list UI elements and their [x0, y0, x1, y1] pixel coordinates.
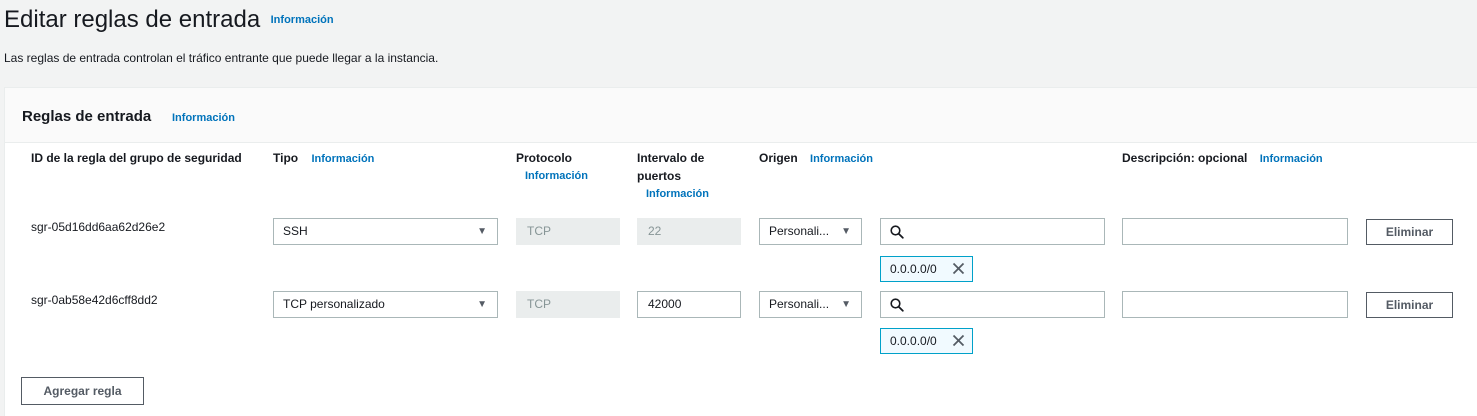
source-token-label: 0.0.0.0/0	[890, 262, 937, 276]
caret-down-icon: ▼	[841, 226, 851, 237]
column-header-rule-id-label: ID de la regla del grupo de seguridad	[31, 151, 242, 165]
column-header-port-range: Intervalo de puertos Información	[637, 149, 709, 203]
type-select[interactable]: SSH ▼	[273, 218, 498, 245]
column-header-description-label: Descripción: opcional	[1122, 151, 1248, 165]
search-icon	[890, 298, 904, 312]
protocol-field: TCP	[516, 218, 620, 245]
caret-down-icon: ▼	[477, 226, 487, 237]
close-icon[interactable]	[952, 334, 965, 347]
source-type-value: Personali...	[769, 224, 830, 238]
page-description: Las reglas de entrada controlan el tráfi…	[4, 51, 439, 65]
type-info-link[interactable]: Información	[311, 153, 374, 165]
type-select-value: TCP personalizado	[283, 297, 385, 311]
description-info-link[interactable]: Información	[1260, 153, 1323, 165]
source-search-input[interactable]	[880, 291, 1105, 318]
inbound-rules-panel: Reglas de entrada Información ID de la r…	[4, 87, 1477, 416]
source-type-select[interactable]: Personali... ▼	[759, 218, 862, 245]
column-header-rule-id: ID de la regla del grupo de seguridad	[31, 149, 242, 167]
panel-title: Reglas de entrada	[22, 108, 152, 125]
port-range-input[interactable]: 42000	[637, 291, 741, 318]
column-header-protocol: Protocolo Información	[516, 149, 588, 185]
panel-info-link[interactable]: Información	[172, 112, 235, 124]
type-select-value: SSH	[283, 224, 308, 238]
description-input[interactable]	[1122, 218, 1348, 245]
column-header-source: Origen Información	[759, 149, 873, 168]
delete-rule-button[interactable]: Eliminar	[1366, 292, 1453, 318]
source-search-input[interactable]	[880, 218, 1105, 245]
source-type-select[interactable]: Personali... ▼	[759, 291, 862, 318]
caret-down-icon: ▼	[477, 299, 487, 310]
caret-down-icon: ▼	[841, 299, 851, 310]
column-header-type-label: Tipo	[273, 151, 299, 165]
source-info-link[interactable]: Información	[810, 153, 873, 165]
column-header-source-label: Origen	[759, 151, 798, 165]
protocol-info-link[interactable]: Información	[525, 167, 588, 185]
column-header-port-range-line2: puertos	[637, 169, 682, 183]
close-icon[interactable]	[952, 262, 965, 275]
column-header-protocol-label: Protocolo	[516, 151, 572, 165]
add-rule-button[interactable]: Agregar regla	[21, 377, 144, 405]
protocol-field: TCP	[516, 291, 620, 318]
page-title-info-link[interactable]: Información	[271, 14, 334, 26]
column-header-port-range-line1: Intervalo de	[637, 151, 705, 165]
column-header-type: Tipo Información	[273, 149, 374, 168]
source-type-value: Personali...	[769, 297, 830, 311]
column-header-description: Descripción: opcional Información	[1122, 149, 1323, 168]
panel-header: Reglas de entrada Información	[5, 88, 1477, 143]
rule-id: sgr-0ab58e42d6cff8dd2	[31, 293, 158, 307]
port-range-field: 22	[637, 218, 741, 245]
page-title: Editar reglas de entrada	[4, 6, 261, 33]
delete-rule-button[interactable]: Eliminar	[1366, 219, 1453, 245]
rule-id: sgr-05d16dd6aa62d26e2	[31, 220, 166, 234]
description-input[interactable]	[1122, 291, 1348, 318]
source-token: 0.0.0.0/0	[880, 256, 973, 282]
type-select[interactable]: TCP personalizado ▼	[273, 291, 498, 318]
source-token-label: 0.0.0.0/0	[890, 334, 937, 348]
search-icon	[890, 225, 904, 239]
port-range-info-link[interactable]: Información	[646, 185, 709, 203]
page-header: Editar reglas de entrada Información	[4, 6, 334, 34]
source-token: 0.0.0.0/0	[880, 328, 973, 354]
